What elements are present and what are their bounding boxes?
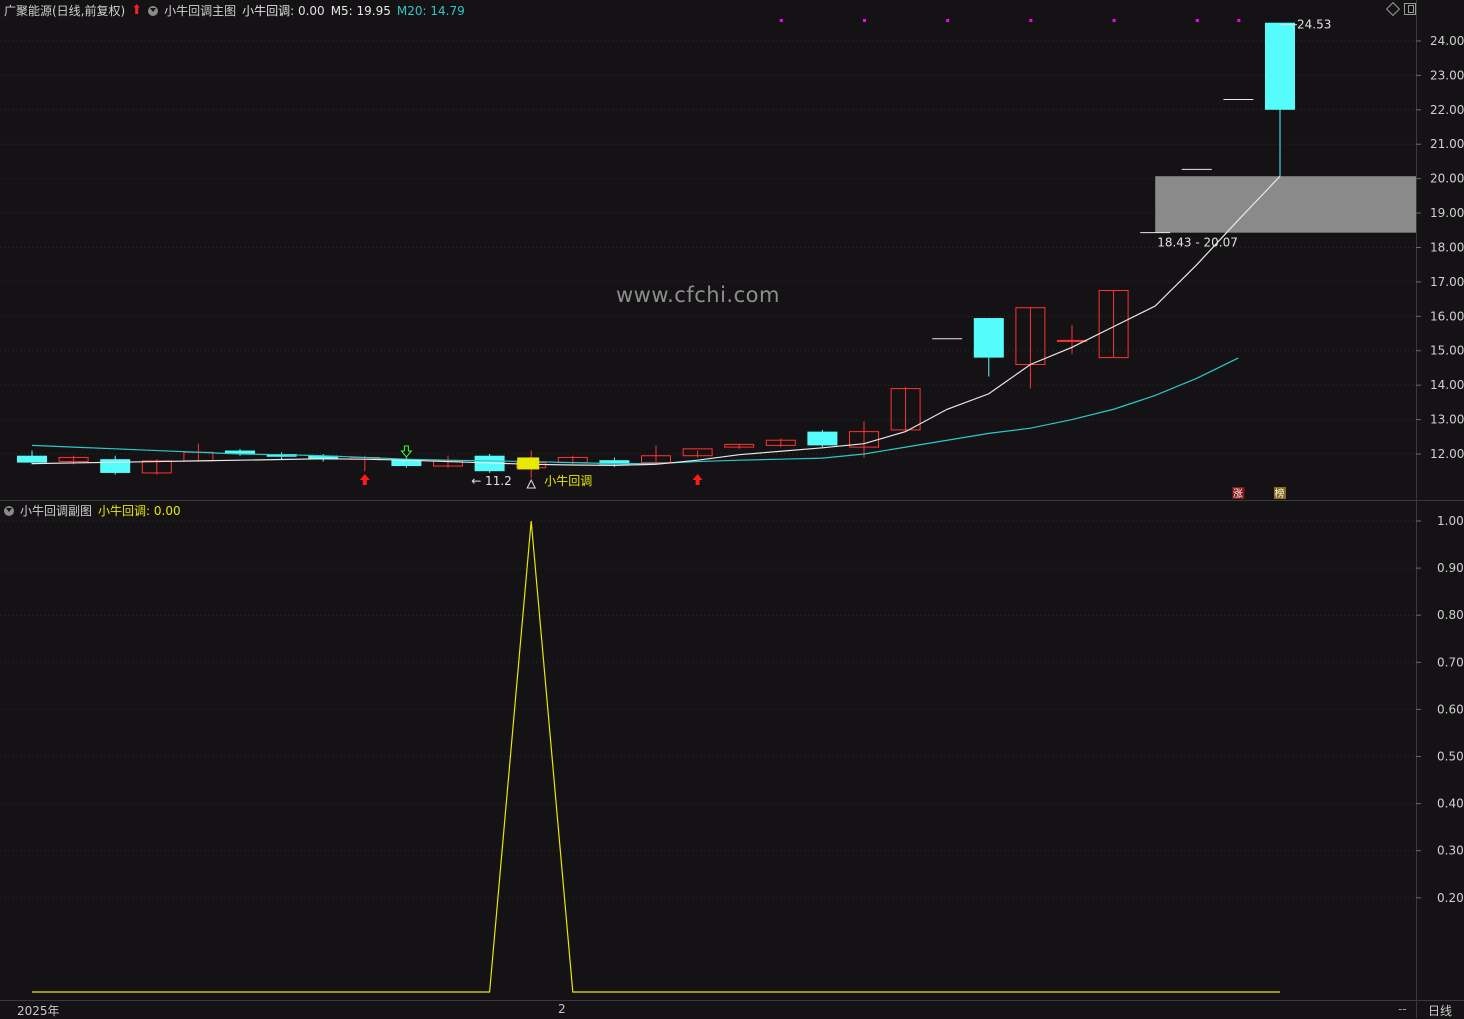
candle-body bbox=[1057, 339, 1087, 342]
y-tick-label: 24.00 bbox=[1430, 34, 1464, 48]
red-up-arrow-icon bbox=[692, 474, 703, 485]
candle bbox=[724, 443, 755, 449]
candle bbox=[100, 455, 131, 475]
y-tick-label: 1.00 bbox=[1437, 514, 1464, 528]
y-tick-label: 12.00 bbox=[1430, 447, 1464, 461]
candle bbox=[682, 448, 713, 458]
year-label: 2025年 bbox=[17, 1004, 60, 1018]
support-zone bbox=[1155, 176, 1416, 233]
candle-body bbox=[973, 318, 1004, 358]
y-tick-label: 14.00 bbox=[1430, 378, 1464, 392]
chart-canvas[interactable]: 18.43 - 20.07 ← 11.2 小牛回调 24.53 涨 榜 24.00 23.… bbox=[0, 0, 1464, 1018]
y-tick-label: 22.00 bbox=[1430, 103, 1464, 117]
zone-label: 18.43 - 20.07 bbox=[1157, 236, 1238, 250]
signal-dot bbox=[1237, 19, 1241, 22]
candle bbox=[1265, 22, 1295, 177]
candle-body bbox=[1265, 22, 1295, 110]
signal-dot bbox=[863, 19, 866, 22]
stock-title: 广聚能源(日线,前复权) bbox=[4, 4, 126, 18]
y-tick-label: 15.00 bbox=[1430, 344, 1464, 358]
low-label: ← 11.2 bbox=[471, 474, 512, 488]
indicator-name[interactable]: 小牛回调主图 bbox=[164, 2, 236, 19]
badge-zhang: 涨 bbox=[1233, 488, 1243, 500]
indicator-value: 小牛回调: 0.00 bbox=[242, 4, 325, 18]
y-tick-label: 20.00 bbox=[1430, 172, 1464, 186]
y-tick-label: 13.00 bbox=[1430, 413, 1464, 427]
y-tick-label: 0.80 bbox=[1437, 608, 1464, 622]
signal-label: 小牛回调 bbox=[544, 473, 592, 488]
red-up-arrow-icon: ⬆ bbox=[131, 3, 143, 18]
signal-box bbox=[517, 457, 540, 470]
y-tick-label: 17.00 bbox=[1430, 275, 1464, 289]
dash-button[interactable]: -- bbox=[1398, 1002, 1407, 1016]
candle bbox=[807, 429, 838, 448]
y-tick-label: 0.90 bbox=[1437, 561, 1464, 575]
green-down-arrow-icon bbox=[400, 445, 413, 458]
watermark: www.cfchi.com bbox=[616, 283, 780, 307]
y-tick-label: 18.00 bbox=[1430, 240, 1464, 254]
signal-triangle-icon bbox=[526, 478, 537, 489]
candle bbox=[641, 445, 671, 464]
month-label: 2 bbox=[558, 1002, 566, 1016]
high-label: 24.53 bbox=[1297, 18, 1331, 32]
ma5-line bbox=[31, 175, 1281, 466]
candle bbox=[1057, 324, 1087, 355]
ma20-line bbox=[31, 357, 1239, 465]
y-tick-label: 0.60 bbox=[1437, 702, 1464, 716]
period-label[interactable]: 日线 bbox=[1428, 1002, 1452, 1019]
subchart-title[interactable]: 小牛回调副图 bbox=[20, 502, 92, 519]
candle bbox=[973, 318, 1004, 377]
candle bbox=[1098, 290, 1129, 359]
y-tick-label: 0.30 bbox=[1437, 844, 1464, 858]
candle-body bbox=[100, 459, 131, 473]
candle-body bbox=[17, 455, 47, 463]
signal-dot bbox=[1112, 19, 1116, 22]
subchart-value: 小牛回调: 0.00 bbox=[98, 504, 181, 518]
badge-bang: 榜 bbox=[1275, 487, 1285, 500]
y-tick-label: 0.20 bbox=[1437, 891, 1464, 905]
y-tick-label: 21.00 bbox=[1430, 137, 1464, 151]
signal-dot bbox=[1195, 19, 1199, 22]
candle bbox=[765, 438, 796, 448]
y-tick-label: 16.00 bbox=[1430, 309, 1464, 323]
diamond-icon[interactable] bbox=[1385, 1, 1401, 17]
y-tick-label: 19.00 bbox=[1430, 206, 1464, 220]
signal-dot bbox=[1029, 19, 1033, 22]
y-tick-label: 0.50 bbox=[1437, 750, 1464, 764]
y-tick-label: 23.00 bbox=[1430, 68, 1464, 82]
y-tick-label: 0.70 bbox=[1437, 655, 1464, 669]
candle-body bbox=[807, 431, 838, 446]
candle bbox=[1015, 307, 1046, 389]
indicator-dropdown-icon[interactable] bbox=[148, 5, 159, 16]
red-up-arrow-icon bbox=[359, 474, 370, 485]
y-tick-label: 0.40 bbox=[1437, 797, 1464, 811]
candle bbox=[890, 386, 921, 432]
m20-value: M20: 14.79 bbox=[396, 3, 465, 18]
subchart-dropdown-icon[interactable] bbox=[4, 505, 14, 516]
candle bbox=[17, 450, 47, 465]
signal-dot bbox=[946, 19, 950, 22]
m5-value: M5: 19.95 bbox=[330, 3, 391, 18]
window-toggle-icon[interactable] bbox=[1404, 3, 1416, 15]
candle bbox=[266, 452, 297, 460]
signal-dot bbox=[779, 19, 783, 22]
